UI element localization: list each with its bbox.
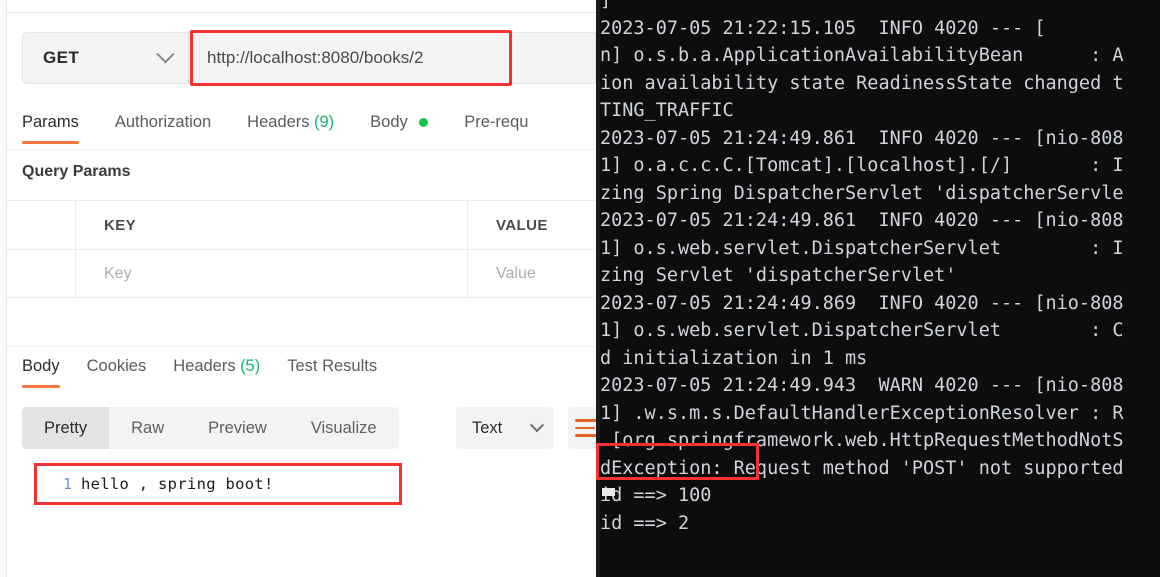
header-key-cell: KEY <box>76 201 468 249</box>
chevron-down-icon <box>156 44 175 63</box>
console-line: n] o.s.b.a.ApplicationAvailabilityBean :… <box>600 45 1124 66</box>
header-value-cell: VALUE <box>468 201 596 249</box>
console-line: 2023-07-05 21:24:49.861 INFO 4020 --- [n… <box>600 127 1124 149</box>
wrap-line-1 <box>575 419 596 422</box>
query-params-title: Query Params <box>22 163 131 180</box>
body-present-dot-icon <box>419 118 429 128</box>
row-value-input[interactable]: Value <box>468 250 596 297</box>
console-line: 2023-07-05 21:24:49.943 WARN 4020 --- [n… <box>600 375 1124 396</box>
http-method-select[interactable]: GET <box>22 32 188 84</box>
table-header-row: KEY VALUE <box>7 201 596 249</box>
left-rail <box>0 0 7 577</box>
tab-body-label: Body <box>370 113 408 131</box>
console-output: ] 2023-07-05 21:22:15.105 INFO 4020 --- [… <box>600 0 1160 537</box>
console-line: 2023-07-05 21:22:15.105 INFO 4020 --- [ <box>600 17 1046 39</box>
console-line: 2023-07-05 21:24:49.869 INFO 4020 --- [n… <box>600 292 1124 314</box>
tab-authorization[interactable]: Authorization <box>115 113 211 144</box>
format-raw-button[interactable]: Raw <box>109 407 186 449</box>
console-line: 1] o.a.c.c.C.[Tomcat].[localhost].[/] : … <box>600 155 1124 176</box>
query-params-table: KEY VALUE Key Value <box>7 200 596 298</box>
row-checkbox-cell[interactable] <box>7 250 76 297</box>
resp-tab-cookies-label: Cookies <box>86 357 147 375</box>
format-pretty-button[interactable]: Pretty <box>22 407 110 449</box>
block-cursor <box>602 488 615 496</box>
format-visualize-button[interactable]: Visualize <box>289 407 399 449</box>
console-line: zing Spring DispatcherServlet 'dispatche… <box>600 182 1124 204</box>
console-line: id ==> 100 <box>600 485 712 506</box>
tab-authorization-label: Authorization <box>114 113 212 131</box>
response-body-line[interactable]: 1 hello , spring boot! <box>34 463 402 505</box>
console-line: ion availability state ReadinessState ch… <box>600 72 1124 94</box>
wrap-lines-icon[interactable] <box>568 407 596 449</box>
wrap-line-3 <box>575 434 596 437</box>
tab-headers[interactable]: Headers (9) <box>247 113 334 144</box>
response-tabs: Body Cookies Headers (5) Test Results <box>22 357 377 393</box>
console-line: [org.springframework.web.HttpRequestMeth… <box>600 430 1124 451</box>
tab-headers-count: (9) <box>314 113 335 131</box>
resp-tab-headers-label: Headers <box>173 357 236 375</box>
console-line: d initialization in 1 ms <box>600 347 868 369</box>
format-preview-button[interactable]: Preview <box>186 407 289 449</box>
screen-root: GET http://localhost:8080/books/2 Params… <box>0 0 1160 577</box>
response-divider <box>7 346 596 347</box>
resp-tab-body[interactable]: Body <box>22 357 60 388</box>
tab-params-label: Params <box>22 113 79 131</box>
resp-tab-test-results-label: Test Results <box>287 357 378 375</box>
console-line: 1] .w.s.m.s.DefaultHandlerExceptionResol… <box>600 402 1124 424</box>
tab-body[interactable]: Body <box>370 113 429 144</box>
header-value-label: VALUE <box>496 216 548 234</box>
content-type-select[interactable]: Text <box>456 407 554 449</box>
header-checkbox-cell <box>7 201 76 249</box>
resp-tab-headers[interactable]: Headers (5) <box>173 357 260 388</box>
resp-tab-body-label: Body <box>22 357 60 375</box>
resp-tab-headers-count: (5) <box>240 357 261 375</box>
tab-params[interactable]: Params <box>22 113 79 144</box>
response-body-text: hello , spring boot! <box>81 475 274 493</box>
console-line: ] <box>600 0 612 11</box>
console-line: id ==> 2 <box>600 512 690 534</box>
console-line: 2023-07-05 21:24:49.861 INFO 4020 --- [n… <box>600 210 1124 231</box>
console-panel[interactable]: ] 2023-07-05 21:22:15.105 INFO 4020 --- [… <box>596 0 1160 577</box>
table-row[interactable]: Key Value <box>7 249 596 297</box>
row-key-placeholder: Key <box>104 264 132 282</box>
request-tabs: Params Authorization Headers (9) Body Pr… <box>22 113 528 149</box>
request-tabs-underline <box>7 149 596 150</box>
tab-pre-request-label: Pre-requ <box>464 113 529 131</box>
wrap-line-2 <box>575 426 595 430</box>
url-value: http://localhost:8080/books/2 <box>207 48 424 67</box>
chevron-down-icon <box>529 418 545 433</box>
console-line: dException: Request method 'POST' not su… <box>600 457 1124 479</box>
line-number: 1 <box>62 475 72 493</box>
console-line: zing Servlet 'dispatcherServlet' <box>600 265 957 286</box>
console-line: TING_TRAFFIC <box>600 100 734 121</box>
request-url-row: GET http://localhost:8080/books/2 <box>22 32 596 84</box>
resp-tab-cookies[interactable]: Cookies <box>87 357 147 388</box>
tab-pre-request-script[interactable]: Pre-requ <box>464 113 528 144</box>
resp-tab-test-results[interactable]: Test Results <box>287 357 377 388</box>
row-value-placeholder: Value <box>496 264 536 282</box>
content-type-value: Text <box>472 418 503 437</box>
tab-headers-label: Headers <box>247 113 310 131</box>
row-key-input[interactable]: Key <box>76 250 468 297</box>
body-format-toggle-group: Pretty Raw Preview Visualize <box>22 407 399 449</box>
http-method-label: GET <box>43 48 80 67</box>
url-input[interactable]: http://localhost:8080/books/2 <box>188 32 596 84</box>
console-line: 1] o.s.web.servlet.DispatcherServlet : I <box>600 237 1124 259</box>
header-key-label: KEY <box>104 216 137 234</box>
postman-panel: GET http://localhost:8080/books/2 Params… <box>0 0 596 577</box>
top-divider <box>7 12 596 13</box>
console-line: 1] o.s.web.servlet.DispatcherServlet : C <box>600 320 1124 341</box>
